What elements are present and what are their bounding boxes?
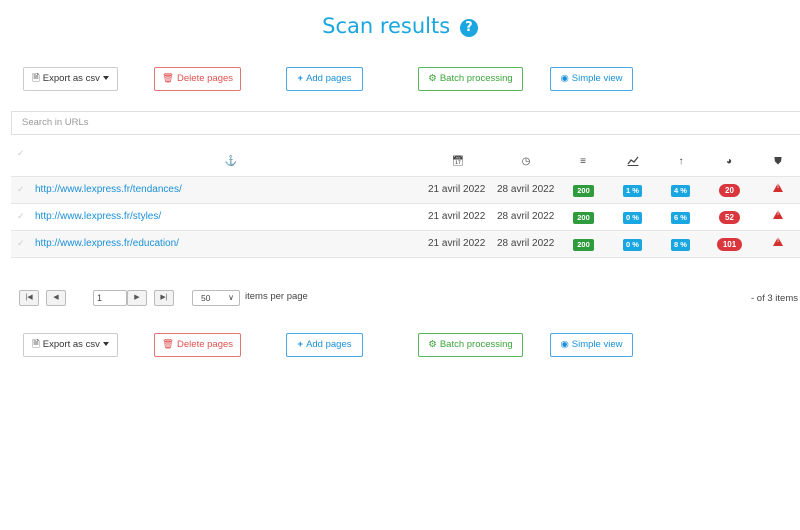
arrow-up-icon[interactable]: ↑ [671, 156, 691, 167]
url-link[interactable]: http://www.lexpress.fr/styles/ [35, 211, 161, 222]
file-excel-icon: 🗎 [32, 73, 40, 84]
batch-label: Batch processing [439, 73, 513, 84]
table-row: ✓ http://www.lexpress.fr/education/ 21 a… [11, 231, 800, 258]
status-badge: 200 [573, 212, 594, 224]
export-label: Export as csv [42, 73, 100, 84]
delete-pages-button[interactable]: 🗑 Delete pages [154, 67, 241, 91]
line-chart-icon[interactable] [623, 156, 643, 169]
clock-icon[interactable]: ◷ [516, 156, 536, 167]
percent-badge: 0 % [623, 239, 642, 251]
trash-icon: 🗑 [161, 73, 175, 84]
select-all-checkbox[interactable]: ✓ [17, 148, 25, 159]
add-pages-button[interactable]: + Add pages [286, 67, 363, 91]
warning-icon[interactable] [773, 237, 783, 246]
delete-label: Delete pages [177, 73, 234, 84]
warning-icon[interactable] [773, 210, 783, 219]
server-icon[interactable]: ≡ [573, 156, 593, 167]
simple-label: Simple view [571, 339, 623, 350]
prev-page-button[interactable]: ◀ [46, 290, 66, 306]
percent-badge: 0 % [623, 212, 642, 224]
plus-icon: + [297, 73, 304, 84]
first-page-button[interactable]: |◀ [19, 290, 39, 306]
items-count: - of 3 items [751, 293, 798, 304]
add-label: Add pages [306, 339, 352, 350]
next-page-button[interactable]: ▶ [127, 290, 147, 306]
url-link[interactable]: http://www.lexpress.fr/tendances/ [35, 184, 182, 195]
last-page-button[interactable]: ▶| [154, 290, 174, 306]
delete-label: Delete pages [177, 339, 234, 350]
per-page-label: items per page [245, 291, 308, 302]
toolbar-bottom: 🗎 Export as csv 🗑 Delete pages + Add pages … [0, 333, 800, 357]
date-created: 21 avril 2022 [428, 211, 486, 222]
anchor-icon[interactable]: ⚓ [221, 156, 241, 167]
help-icon[interactable]: ? [459, 19, 478, 37]
page-title-block: Scan results ? [0, 14, 800, 38]
table-row: ✓ http://www.lexpress.fr/tendances/ 21 a… [11, 177, 800, 204]
per-page-value: 50 [201, 293, 211, 303]
url-link[interactable]: http://www.lexpress.fr/education/ [35, 238, 179, 249]
eye-slash-icon: ◉ [560, 73, 569, 84]
search-input[interactable]: Search in URLs [11, 111, 800, 135]
page-number-input[interactable]: 1 [93, 290, 127, 306]
cogs-icon: ⚙ [428, 73, 437, 84]
add-label: Add pages [306, 73, 352, 84]
date-updated: 28 avril 2022 [497, 211, 555, 222]
percent-badge: 4 % [671, 185, 690, 197]
batch-processing-button[interactable]: ⚙ Batch processing [418, 333, 523, 357]
page-title: Scan results [322, 14, 451, 38]
row-checkbox[interactable]: ✓ [17, 211, 25, 222]
export-csv-button[interactable]: 🗎 Export as csv [23, 333, 118, 357]
results-table: ✓ ⚓ 📅︎ ◷ ≡ ↑ ◕ ⛊ ✓ http://www.lexpress.f… [11, 143, 800, 258]
date-updated: 28 avril 2022 [497, 184, 555, 195]
plus-icon: + [297, 339, 304, 350]
row-checkbox[interactable]: ✓ [17, 238, 25, 249]
simple-label: Simple view [571, 73, 623, 84]
status-badge: 200 [573, 239, 594, 251]
date-updated: 28 avril 2022 [497, 238, 555, 249]
simple-view-button[interactable]: ◉ Simple view [550, 333, 633, 357]
delete-pages-button[interactable]: 🗑 Delete pages [154, 333, 241, 357]
pie-chart-icon[interactable]: ◕ [719, 156, 739, 167]
percent-badge: 1 % [623, 185, 642, 197]
percent-badge: 6 % [671, 212, 690, 224]
simple-view-button[interactable]: ◉ Simple view [550, 67, 633, 91]
warning-icon[interactable] [773, 183, 783, 192]
row-checkbox[interactable]: ✓ [17, 184, 25, 195]
calendar-icon[interactable]: 📅︎ [448, 156, 468, 167]
table-row: ✓ http://www.lexpress.fr/styles/ 21 avri… [11, 204, 800, 231]
caret-down-icon [102, 342, 109, 346]
eye-slash-icon: ◉ [560, 339, 569, 350]
count-badge: 52 [719, 211, 740, 224]
file-excel-icon: 🗎 [32, 339, 40, 350]
batch-processing-button[interactable]: ⚙ Batch processing [418, 67, 523, 91]
caret-down-icon [102, 76, 109, 80]
count-badge: 20 [719, 184, 740, 197]
shield-icon[interactable]: ⛊ [768, 156, 788, 167]
batch-label: Batch processing [439, 339, 513, 350]
pagination: |◀ ◀ 1 / 1 ▶ ▶| 50∨ items per page - of … [19, 290, 799, 306]
trash-icon: 🗑 [161, 339, 175, 350]
export-label: Export as csv [42, 339, 100, 350]
date-created: 21 avril 2022 [428, 184, 486, 195]
cogs-icon: ⚙ [428, 339, 437, 350]
status-badge: 200 [573, 185, 594, 197]
export-csv-button[interactable]: 🗎 Export as csv [23, 67, 118, 91]
toolbar-top: 🗎 Export as csv 🗑 Delete pages + Add pages … [0, 67, 800, 91]
count-badge: 101 [717, 238, 742, 251]
per-page-select[interactable]: 50 ∨ [192, 290, 240, 306]
percent-badge: 8 % [671, 239, 690, 251]
date-created: 21 avril 2022 [428, 238, 486, 249]
add-pages-button[interactable]: + Add pages [286, 333, 363, 357]
table-header: ✓ ⚓ 📅︎ ◷ ≡ ↑ ◕ ⛊ [11, 143, 800, 177]
chevron-down-icon: ∨ [228, 293, 234, 302]
